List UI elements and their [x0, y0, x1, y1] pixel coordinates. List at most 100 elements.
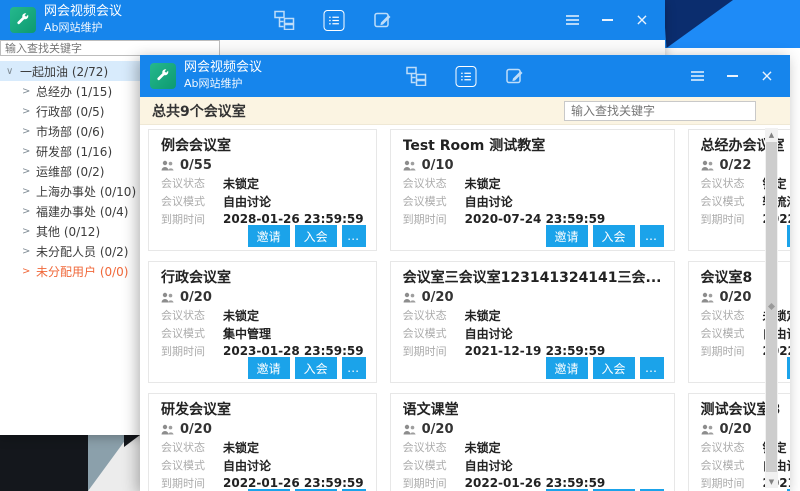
room-card[interactable]: Test Room 测试教室 0/10 会议状态 未锁定	[390, 129, 675, 251]
scroll-up-icon[interactable]: ▲	[765, 128, 778, 141]
join-button[interactable]: 入会	[295, 357, 337, 379]
tree-expand-icon[interactable]: >	[22, 226, 36, 237]
bg-titlebar[interactable]: 网会视频会议 Ab网站维护	[0, 0, 665, 40]
room-card[interactable]: 会议室三会议室123141324141三会... 0/20 会议状态 未锁定	[390, 261, 675, 383]
invite-button[interactable]: 邀请	[248, 357, 290, 379]
mode-label: 会议模式	[701, 193, 763, 209]
status-label: 会议状态	[403, 175, 465, 191]
status-value: 未锁定	[223, 307, 259, 324]
tree-item[interactable]: ∨ 一起加油 (2/72)	[0, 61, 142, 81]
tree-item[interactable]: > 其他 (0/12)	[0, 221, 142, 241]
participants-icon	[701, 424, 714, 435]
tree-expand-icon[interactable]: >	[22, 186, 36, 197]
invite-button[interactable]: 邀请	[546, 225, 588, 247]
tree-item[interactable]: > 行政部 (0/5)	[0, 101, 142, 121]
tree-expand-icon[interactable]: >	[22, 246, 36, 257]
bg-window-title: 网会视频会议 Ab网站维护	[44, 4, 122, 35]
status-label: 会议状态	[701, 439, 763, 455]
wallpaper-top-right	[663, 0, 800, 48]
join-button[interactable]: 入会	[295, 225, 337, 247]
tree-item[interactable]: > 上海办事处 (0/10)	[0, 181, 142, 201]
room-card[interactable]: 行政会议室 0/20 会议状态 未锁定	[148, 261, 377, 383]
status-value: 未锁定	[223, 175, 259, 192]
participant-count: 0/20	[180, 422, 212, 437]
room-list-icon[interactable]	[323, 10, 344, 31]
participant-count: 0/20	[720, 290, 752, 305]
invite-button[interactable]: 邀请	[787, 225, 790, 247]
minimize-icon[interactable]	[724, 68, 740, 84]
status-value: 未锁定	[465, 307, 501, 324]
app-subtitle: Ab网站维护	[184, 77, 262, 91]
more-button[interactable]: …	[342, 357, 366, 379]
room-actions: 邀请 入会 …	[248, 357, 366, 379]
participant-count: 0/20	[720, 422, 752, 437]
tree-item[interactable]: > 福建办事处 (0/4)	[0, 201, 142, 221]
status-label: 会议状态	[701, 307, 763, 323]
room-search-input[interactable]	[564, 101, 756, 121]
tree-item[interactable]: > 总经办 (1/15)	[0, 81, 142, 101]
fg-window-controls: ×	[689, 68, 775, 84]
more-button[interactable]: …	[640, 225, 664, 247]
scroll-down-icon[interactable]: ▼	[765, 475, 778, 488]
status-row: 会议状态 未锁定	[161, 438, 364, 456]
status-label: 会议状态	[403, 307, 465, 323]
tree-expand-icon[interactable]: >	[22, 206, 36, 217]
scrollbar-thumb[interactable]	[766, 142, 777, 472]
minimize-icon[interactable]	[599, 12, 615, 28]
expire-label: 到期时间	[403, 475, 465, 491]
org-chart-icon[interactable]	[273, 10, 295, 30]
compose-icon[interactable]	[505, 66, 525, 86]
close-icon[interactable]: ×	[634, 12, 650, 28]
room-card[interactable]: 语文课堂 0/20 会议状态 未锁定	[390, 393, 675, 491]
expire-label: 到期时间	[403, 343, 465, 359]
wallpaper-dark-wedge	[124, 435, 140, 447]
expire-label: 到期时间	[161, 211, 223, 227]
tree-item[interactable]: > 市场部 (0/6)	[0, 121, 142, 141]
tree-item[interactable]: > 研发部 (1/16)	[0, 141, 142, 161]
tree-expand-icon[interactable]: ∨	[6, 66, 20, 77]
status-label: 会议状态	[701, 175, 763, 191]
contact-search-input[interactable]	[0, 40, 220, 56]
join-button[interactable]: 入会	[593, 357, 635, 379]
room-card[interactable]: 研发会议室 0/20 会议状态 未锁定	[148, 393, 377, 491]
menu-icon[interactable]	[564, 12, 580, 28]
room-actions: 邀请 入会 …	[787, 357, 790, 379]
invite-button[interactable]: 邀请	[546, 357, 588, 379]
tree-item[interactable]: > 运维部 (0/2)	[0, 161, 142, 181]
tree-expand-icon[interactable]: >	[22, 86, 36, 97]
room-list-icon[interactable]	[456, 66, 477, 87]
more-button[interactable]: …	[640, 357, 664, 379]
room-card[interactable]: 例会会议室 0/55 会议状态 未锁定	[148, 129, 377, 251]
expire-label: 到期时间	[161, 475, 223, 491]
invite-button[interactable]: 邀请	[248, 225, 290, 247]
mode-row: 会议模式 集中管理	[161, 324, 364, 342]
participant-count-row: 0/20	[161, 288, 364, 306]
tree-expand-icon[interactable]: >	[22, 146, 36, 157]
tree-expand-icon[interactable]: >	[22, 266, 36, 277]
tree-expand-icon[interactable]: >	[22, 106, 36, 117]
compose-icon[interactable]	[372, 10, 392, 30]
participant-count-row: 0/10	[403, 156, 662, 174]
status-value: 未锁定	[465, 175, 501, 192]
mode-row: 会议模式 自由讨论	[403, 324, 662, 342]
room-list-icon-frame	[323, 10, 344, 31]
tree-item[interactable]: > 未分配用户 (0/0)	[0, 261, 142, 281]
tree-item[interactable]: > 未分配人员 (0/2)	[0, 241, 142, 261]
expire-label: 到期时间	[701, 475, 763, 491]
tree-expand-icon[interactable]: >	[22, 126, 36, 137]
status-label: 会议状态	[403, 439, 465, 455]
menu-icon[interactable]	[689, 68, 705, 84]
close-icon[interactable]: ×	[759, 68, 775, 84]
fg-titlebar[interactable]: 网会视频会议 Ab网站维护	[140, 55, 790, 97]
tree-expand-icon[interactable]: >	[22, 166, 36, 177]
participants-icon	[701, 160, 714, 171]
more-button[interactable]: …	[342, 225, 366, 247]
app-title: 网会视频会议	[184, 60, 262, 77]
org-chart-icon[interactable]	[406, 66, 428, 86]
join-button[interactable]: 入会	[593, 225, 635, 247]
invite-button[interactable]: 邀请	[787, 357, 790, 379]
vertical-scrollbar[interactable]: ▲ ▼	[765, 128, 778, 488]
wallpaper-black-block	[0, 435, 88, 491]
room-name: 语文课堂	[403, 400, 662, 420]
status-row: 会议状态 未锁定	[403, 438, 662, 456]
